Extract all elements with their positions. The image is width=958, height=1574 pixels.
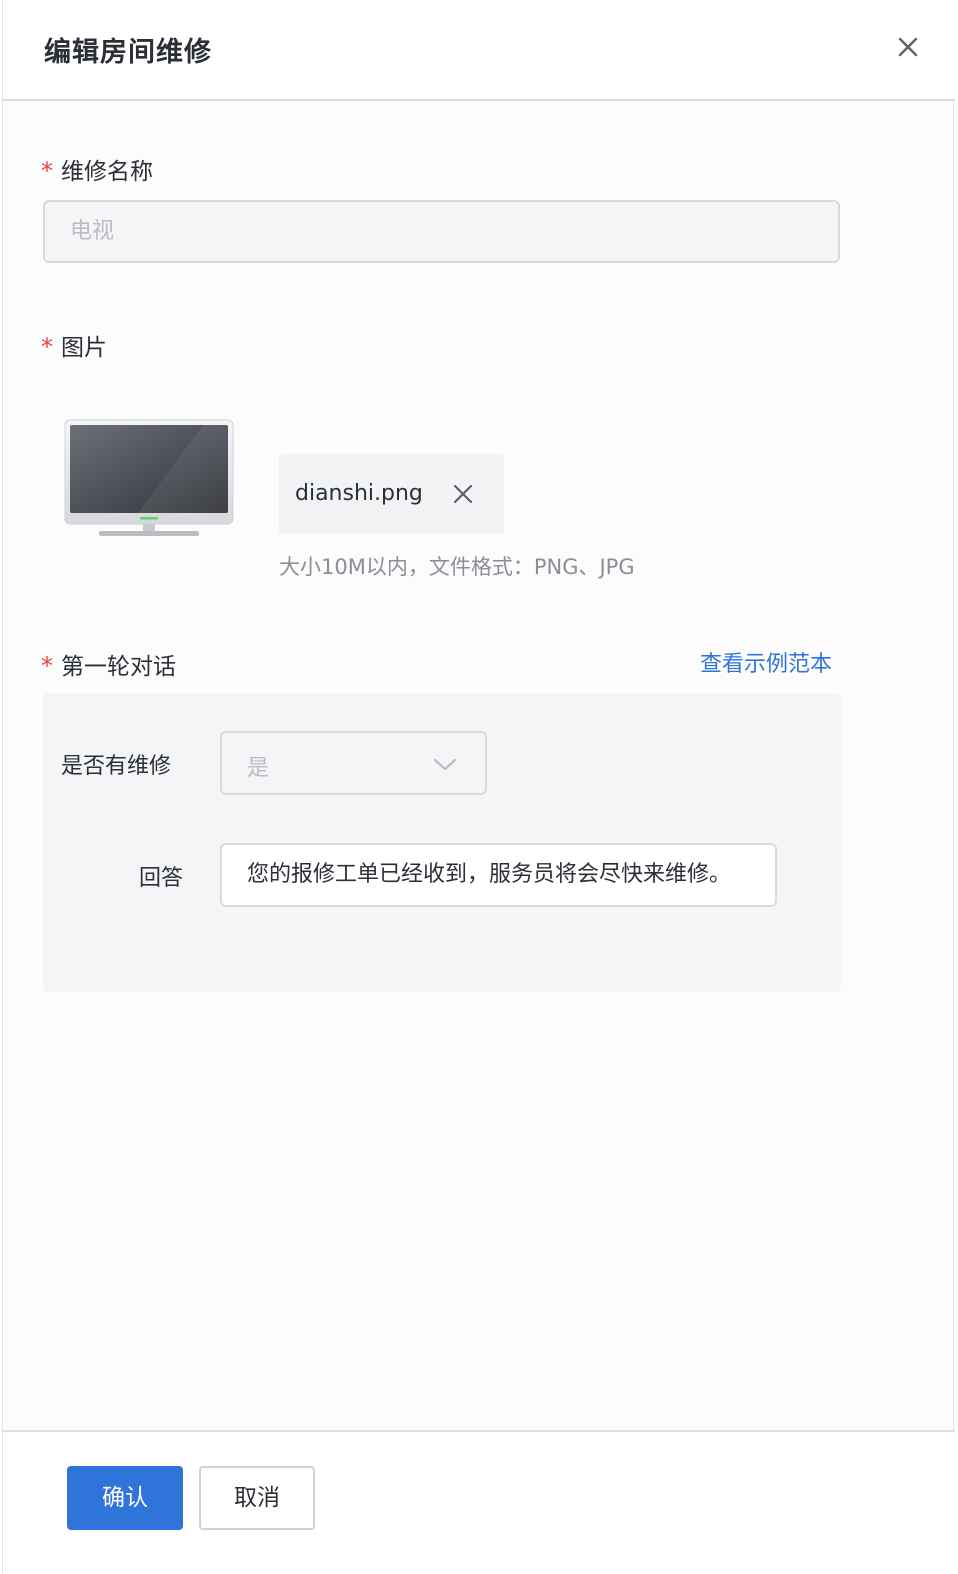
- name-field-label: * 维修名称: [41, 157, 153, 185]
- tv-image: [64, 419, 234, 536]
- chevron-down-icon: [432, 753, 458, 775]
- upload-hint: 大小10M以内，文件格式：PNG、JPG: [279, 555, 635, 579]
- confirm-button[interactable]: 确认: [67, 1466, 183, 1530]
- drawer-footer: 确认 取消: [3, 1430, 955, 1574]
- repair-name-input[interactable]: [43, 200, 840, 263]
- view-example-link[interactable]: 查看示例范本: [700, 646, 832, 678]
- remove-file-button[interactable]: [449, 480, 477, 508]
- uploaded-file-item: dianshi.png: [279, 454, 504, 534]
- answer-input[interactable]: 您的报修工单已经收到，服务员将会尽快来维修。: [220, 843, 777, 907]
- file-name: dianshi.png: [295, 481, 423, 506]
- has-repair-select[interactable]: 是: [220, 731, 487, 795]
- close-button[interactable]: [891, 30, 925, 64]
- required-mark: *: [41, 333, 53, 361]
- drawer-title: 编辑房间维修: [44, 37, 212, 68]
- cancel-button[interactable]: 取消: [199, 1466, 315, 1530]
- close-icon: [453, 484, 473, 504]
- required-mark: *: [41, 652, 53, 680]
- image-field-label: * 图片: [41, 333, 107, 361]
- dialog-field-label: * 第一轮对话: [41, 652, 176, 680]
- drawer-header: 编辑房间维修: [3, 0, 955, 101]
- dialog-config-box: 是否有维修 是 回答 您的报修工单已经收到，服务员将会尽快来维修。: [43, 693, 841, 992]
- close-icon: [898, 37, 918, 57]
- has-repair-value: 是: [247, 756, 270, 781]
- has-repair-label: 是否有维修: [61, 754, 172, 779]
- answer-label: 回答: [139, 866, 184, 891]
- tv-image-thumbnail: [63, 418, 235, 540]
- edit-drawer: 编辑房间维修 *维修名称 *图片: [2, 0, 955, 1574]
- required-mark: *: [41, 157, 53, 185]
